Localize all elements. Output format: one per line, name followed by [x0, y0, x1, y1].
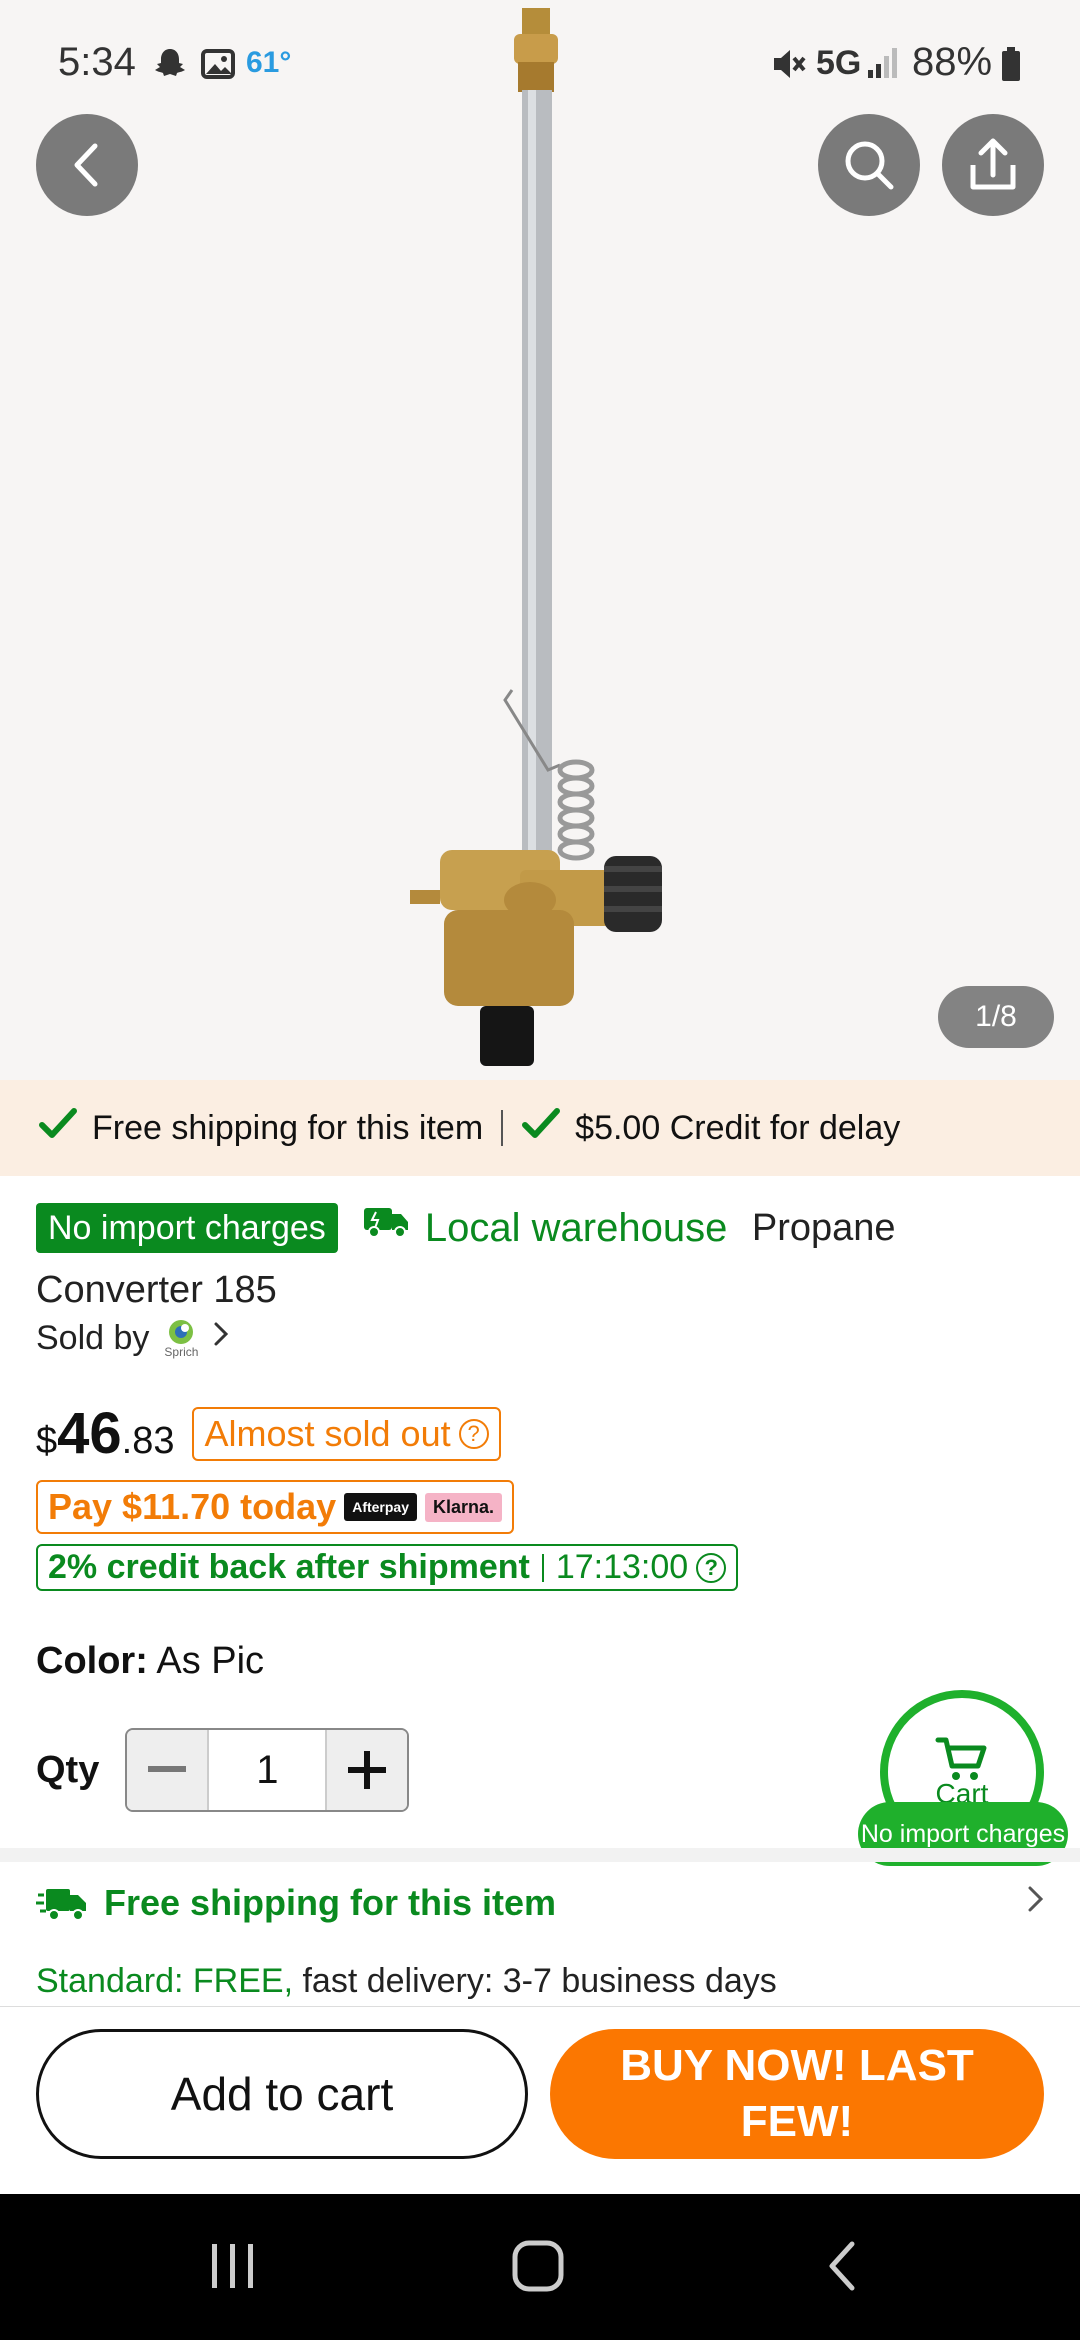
product-title-block: No import charges Local warehouse Propan… — [36, 1196, 1046, 1320]
price-row: $46.83 Almost sold out ? — [36, 1400, 501, 1467]
search-icon — [845, 141, 894, 190]
cart-icon — [935, 1737, 987, 1780]
pay-today-badge: Pay $11.70 today Afterpay Klarna. — [36, 1480, 515, 1534]
snapchat-icon — [152, 46, 188, 87]
delivery-truck-icon — [36, 1883, 88, 1923]
section-divider — [0, 1848, 1080, 1862]
standard-shipping-row: Standard: FREE, fast delivery: 3-7 busin… — [36, 1962, 777, 2001]
local-warehouse-label: Local warehouse — [424, 1205, 728, 1250]
credit-back-text: 2% credit back after shipment — [48, 1548, 530, 1586]
buy-now-button[interactable]: BUY NOW! LAST FEW! — [550, 2029, 1044, 2159]
status-network: 5G — [816, 44, 862, 82]
help-icon: ? — [458, 1418, 489, 1449]
signal-icon — [866, 46, 900, 85]
promo-strip[interactable]: Free shipping for this item $5.00 Credit… — [0, 1080, 1080, 1176]
mute-icon — [770, 46, 808, 87]
sold-by-row[interactable]: Sold by Sprich — [36, 1318, 231, 1358]
pay-today-row[interactable]: Pay $11.70 today Afterpay Klarna. — [36, 1480, 515, 1534]
floating-cart-button[interactable]: Cart No import charges — [858, 1690, 1068, 1870]
price-whole: 46 — [57, 1401, 122, 1466]
credit-back-timer: 17:13:00 — [555, 1548, 689, 1586]
credit-back-badge: 2% credit back after shipment 17:13:00 ? — [36, 1544, 739, 1591]
bottom-action-bar: Add to cart BUY NOW! LAST FEW! — [0, 2006, 1080, 2194]
pay-today-text: Pay $11.70 today — [48, 1486, 337, 1527]
decrement-button[interactable] — [127, 1730, 208, 1810]
chevron-right-icon — [1024, 1882, 1046, 1925]
color-label: Color: — [36, 1640, 148, 1682]
minus-icon — [148, 1766, 187, 1772]
quantity-row: Qty 1 — [36, 1728, 410, 1812]
home-icon[interactable] — [510, 2238, 566, 2299]
almost-sold-out-badge[interactable]: Almost sold out ? — [192, 1406, 501, 1461]
check-icon — [521, 1107, 561, 1150]
shipping-title: Free shipping for this item — [104, 1882, 557, 1923]
sold-by-label: Sold by — [36, 1318, 150, 1357]
share-button[interactable] — [942, 114, 1044, 216]
seller-logo: Sprich — [163, 1318, 199, 1358]
chevron-right-icon — [211, 1319, 231, 1358]
truck-icon — [362, 1198, 410, 1258]
seller-logo-text: Sprich — [164, 1345, 199, 1359]
system-nav-bar — [0, 2194, 1080, 2340]
gallery-icon — [200, 46, 236, 87]
increment-button[interactable] — [327, 1730, 408, 1810]
status-battery-text: 88% — [912, 40, 993, 84]
price: $46.83 — [36, 1400, 174, 1467]
color-value: As Pic — [156, 1640, 265, 1682]
image-page-counter: 1/8 — [938, 986, 1054, 1048]
battery-icon — [1000, 46, 1022, 87]
almost-sold-out-text: Almost sold out — [204, 1412, 451, 1454]
no-import-charges-badge: No import charges — [36, 1202, 338, 1253]
back-nav-icon[interactable] — [822, 2238, 862, 2299]
status-temperature: 61° — [246, 46, 292, 79]
status-bar: 5:34 61° 5G 88% — [0, 0, 1080, 120]
quantity-label: Qty — [36, 1748, 100, 1791]
standard-shipping-detail: fast delivery: 3-7 business days — [293, 1962, 777, 2000]
klarna-logo: Klarna. — [425, 1492, 503, 1522]
quantity-value[interactable]: 1 — [207, 1730, 328, 1810]
quantity-stepper[interactable]: 1 — [125, 1728, 410, 1812]
promo-free-shipping: Free shipping for this item — [92, 1108, 484, 1147]
afterpay-logo: Afterpay — [344, 1493, 417, 1521]
help-icon: ? — [696, 1552, 727, 1583]
shipping-info-row[interactable]: Free shipping for this item — [36, 1882, 1046, 1924]
credit-divider — [541, 1553, 544, 1582]
add-to-cart-button[interactable]: Add to cart — [36, 2029, 528, 2159]
check-icon — [38, 1107, 78, 1150]
price-cents: .83 — [121, 1420, 175, 1462]
status-time: 5:34 — [58, 40, 136, 84]
price-currency: $ — [36, 1420, 58, 1462]
search-button[interactable] — [818, 114, 920, 216]
plus-icon — [348, 1751, 387, 1789]
promo-credit-delay: $5.00 Credit for delay — [575, 1108, 901, 1147]
promo-divider — [501, 1110, 504, 1146]
color-row: Color: As Pic — [36, 1640, 264, 1683]
credit-back-row[interactable]: 2% credit back after shipment 17:13:00 ? — [36, 1544, 739, 1591]
standard-shipping-label: Standard: FREE, — [36, 1962, 294, 2000]
chevron-left-icon — [74, 143, 98, 187]
recent-apps-icon[interactable] — [208, 2238, 258, 2299]
share-icon — [970, 138, 1016, 190]
back-button[interactable] — [36, 114, 138, 216]
